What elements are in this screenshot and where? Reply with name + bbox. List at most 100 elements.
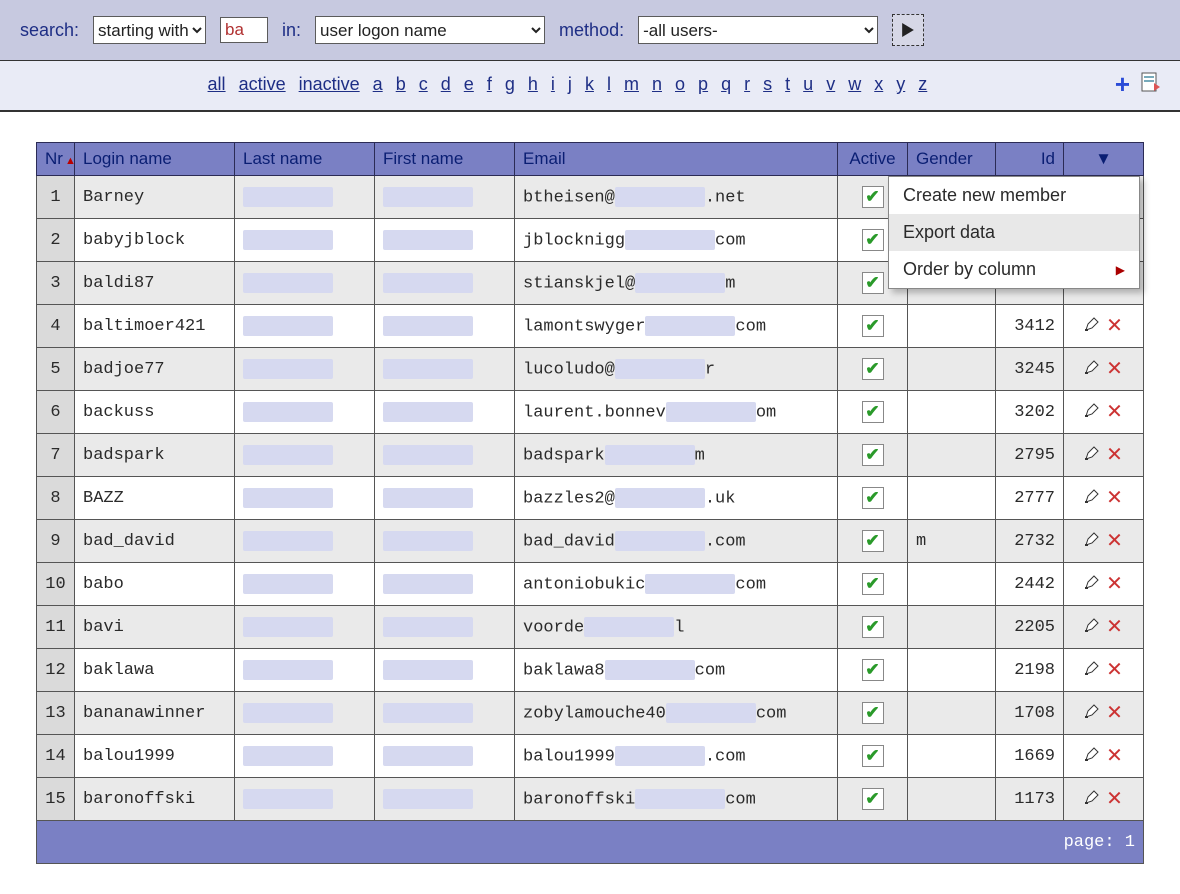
filter-letter-l[interactable]: l: [607, 74, 611, 94]
delete-button[interactable]: ✕: [1106, 531, 1123, 554]
edit-button[interactable]: [1084, 789, 1100, 811]
cell-login: bad_david: [75, 520, 235, 563]
filter-letter-z[interactable]: z: [918, 74, 927, 94]
filter-letter-q[interactable]: q: [721, 74, 731, 94]
delete-button[interactable]: ✕: [1106, 359, 1123, 382]
filter-letter-g[interactable]: g: [505, 74, 515, 94]
cell-email: lamontswygercom: [515, 305, 838, 348]
delete-button[interactable]: ✕: [1106, 746, 1123, 769]
search-input[interactable]: [220, 17, 268, 43]
method-select[interactable]: -all users-: [638, 16, 878, 44]
filter-letter-e[interactable]: e: [464, 74, 474, 94]
filter-letter-m[interactable]: m: [624, 74, 639, 94]
redacted: [383, 187, 473, 207]
redacted: [383, 359, 473, 379]
cell-nr: 9: [37, 520, 75, 563]
filter-letter-b[interactable]: b: [396, 74, 406, 94]
col-active[interactable]: Active: [838, 143, 908, 176]
add-button[interactable]: +: [1115, 69, 1130, 100]
menu-order-by-column[interactable]: Order by column ▶: [889, 251, 1139, 288]
filter-letter-r[interactable]: r: [744, 74, 750, 94]
col-login[interactable]: Login name: [75, 143, 235, 176]
delete-button[interactable]: ✕: [1106, 617, 1123, 640]
cell-actions: ✕: [1064, 692, 1144, 735]
cell-email: baronoffskicom: [515, 778, 838, 821]
delete-button[interactable]: ✕: [1106, 402, 1123, 425]
delete-button[interactable]: ✕: [1106, 703, 1123, 726]
edit-button[interactable]: [1084, 488, 1100, 510]
edit-button[interactable]: [1084, 531, 1100, 553]
cell-id: 3202: [996, 391, 1064, 434]
filter-letter-v[interactable]: v: [826, 74, 835, 94]
export-button[interactable]: [1140, 71, 1160, 98]
table-row: 15baronoffskibaronoffskicom✔1173✕: [37, 778, 1144, 821]
filter-letter-y[interactable]: y: [896, 74, 905, 94]
col-id[interactable]: Id: [996, 143, 1064, 176]
filter-letter-f[interactable]: f: [487, 74, 492, 94]
filter-letter-j[interactable]: j: [568, 74, 572, 94]
cell-nr: 1: [37, 176, 75, 219]
filter-letter-p[interactable]: p: [698, 74, 708, 94]
filter-letter-h[interactable]: h: [528, 74, 538, 94]
cell-gender: [908, 391, 996, 434]
delete-button[interactable]: ✕: [1106, 316, 1123, 339]
redacted: [605, 445, 695, 465]
col-gender[interactable]: Gender: [908, 143, 996, 176]
col-email[interactable]: Email: [515, 143, 838, 176]
cell-last: [235, 735, 375, 778]
filter-letter-t[interactable]: t: [785, 74, 790, 94]
search-mode-select[interactable]: starting with: [93, 16, 206, 44]
filter-active[interactable]: active: [239, 74, 286, 94]
edit-button[interactable]: [1084, 746, 1100, 768]
delete-button[interactable]: ✕: [1106, 660, 1123, 683]
filter-letter-a[interactable]: a: [373, 74, 383, 94]
filter-letter-o[interactable]: o: [675, 74, 685, 94]
cell-active: ✔: [838, 434, 908, 477]
cell-first: [375, 477, 515, 520]
col-first[interactable]: First name: [375, 143, 515, 176]
filter-links: all active inactive a b c d e f g h i j …: [20, 74, 1115, 95]
go-button[interactable]: [892, 14, 924, 46]
table-row: 5badjoe77lucoludo@r✔3245✕: [37, 348, 1144, 391]
edit-button[interactable]: [1084, 703, 1100, 725]
edit-button[interactable]: [1084, 574, 1100, 596]
redacted: [666, 703, 756, 723]
filter-letter-s[interactable]: s: [763, 74, 772, 94]
col-last[interactable]: Last name: [235, 143, 375, 176]
filter-letter-w[interactable]: w: [848, 74, 861, 94]
filter-letter-d[interactable]: d: [441, 74, 451, 94]
filter-letter-c[interactable]: c: [419, 74, 428, 94]
edit-button[interactable]: [1084, 402, 1100, 424]
edit-button[interactable]: [1084, 617, 1100, 639]
filter-inactive[interactable]: inactive: [299, 74, 360, 94]
edit-button[interactable]: [1084, 445, 1100, 467]
cell-login: backuss: [75, 391, 235, 434]
redacted: [383, 531, 473, 551]
filter-letter-u[interactable]: u: [803, 74, 813, 94]
cell-actions: ✕: [1064, 305, 1144, 348]
menu-create-member[interactable]: Create new member: [889, 177, 1139, 214]
edit-button[interactable]: [1084, 316, 1100, 338]
cell-actions: ✕: [1064, 477, 1144, 520]
filter-letter-n[interactable]: n: [652, 74, 662, 94]
cell-actions: ✕: [1064, 778, 1144, 821]
col-nr[interactable]: Nr▲: [37, 143, 75, 176]
edit-button[interactable]: [1084, 359, 1100, 381]
filter-letter-x[interactable]: x: [874, 74, 883, 94]
delete-button[interactable]: ✕: [1106, 445, 1123, 468]
filter-all[interactable]: all: [208, 74, 226, 94]
edit-button[interactable]: [1084, 660, 1100, 682]
filter-letter-k[interactable]: k: [585, 74, 594, 94]
table-row: 13bananawinnerzobylamouche40com✔1708✕: [37, 692, 1144, 735]
checkbox-icon: ✔: [862, 616, 884, 638]
delete-button[interactable]: ✕: [1106, 488, 1123, 511]
filter-letter-i[interactable]: i: [551, 74, 555, 94]
cell-gender: [908, 778, 996, 821]
col-menu[interactable]: ▼: [1064, 143, 1144, 176]
cell-active: ✔: [838, 692, 908, 735]
delete-button[interactable]: ✕: [1106, 789, 1123, 812]
search-field-select[interactable]: user logon name: [315, 16, 545, 44]
menu-export-data[interactable]: Export data: [889, 214, 1139, 251]
cell-last: [235, 563, 375, 606]
delete-button[interactable]: ✕: [1106, 574, 1123, 597]
